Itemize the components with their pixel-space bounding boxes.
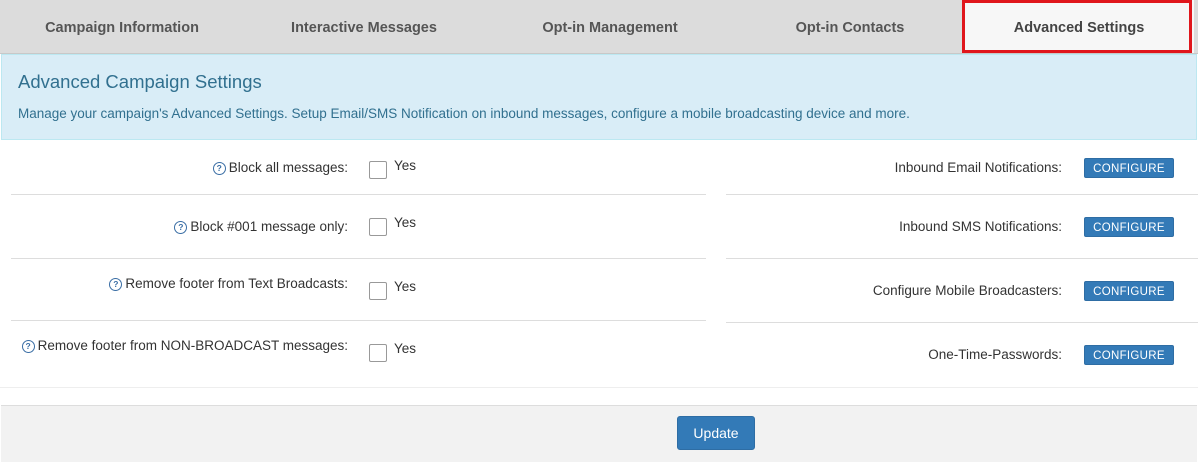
info-panel: Advanced Campaign Settings Manage your c… [1, 54, 1197, 140]
divider [726, 194, 1198, 195]
checkbox-label: Yes [394, 158, 417, 173]
configure-email-button[interactable]: CONFIGURE [1084, 158, 1174, 178]
divider [726, 322, 1198, 323]
configure-broadcasters-button[interactable]: CONFIGURE [1084, 281, 1174, 301]
option-label: ? Remove footer from Text Broadcasts: [109, 276, 348, 291]
panel-description: Manage your campaign's Advanced Settings… [18, 106, 910, 121]
help-icon[interactable]: ? [212, 162, 226, 175]
tab-opt-in-contacts[interactable]: Opt-in Contacts [736, 0, 964, 53]
option-label: ? Remove footer from NON-BROADCAST messag… [21, 338, 348, 353]
form-footer: Update [1, 405, 1197, 462]
option-label: ? Block all messages: [212, 160, 348, 175]
highlight-box [962, 0, 1192, 53]
config-label: Configure Mobile Broadcasters: [872, 283, 1062, 298]
divider [11, 320, 706, 321]
help-icon[interactable]: ? [174, 221, 188, 234]
tab-interactive-messages[interactable]: Interactive Messages [244, 0, 484, 53]
checkbox-label: Yes [394, 215, 417, 230]
divider [0, 387, 1198, 388]
config-label: Inbound Email Notifications: [894, 160, 1062, 175]
tab-campaign-information[interactable]: Campaign Information [0, 0, 244, 53]
configure-otp-button[interactable]: CONFIGURE [1084, 345, 1174, 365]
update-button[interactable]: Update [677, 416, 755, 450]
checkbox-label: Yes [394, 341, 417, 356]
help-icon[interactable]: ? [21, 340, 35, 353]
config-label: Inbound SMS Notifications: [899, 219, 1062, 234]
config-label: One-Time-Passwords: [928, 347, 1062, 362]
remove-footer-nonbroadcast-checkbox[interactable] [369, 344, 387, 362]
remove-footer-text-checkbox[interactable] [369, 282, 387, 300]
divider [11, 194, 706, 195]
help-icon[interactable]: ? [109, 278, 123, 291]
tab-bar: Campaign Information Interactive Message… [0, 0, 1198, 54]
block-001-checkbox[interactable] [369, 218, 387, 236]
divider [726, 258, 1198, 259]
checkbox-label: Yes [394, 279, 417, 294]
divider [11, 258, 706, 259]
tab-opt-in-management[interactable]: Opt-in Management [484, 0, 736, 53]
panel-title: Advanced Campaign Settings [18, 71, 262, 92]
configure-sms-button[interactable]: CONFIGURE [1084, 217, 1174, 237]
option-label: ? Block #001 message only: [174, 219, 348, 234]
block-all-checkbox[interactable] [369, 161, 387, 179]
